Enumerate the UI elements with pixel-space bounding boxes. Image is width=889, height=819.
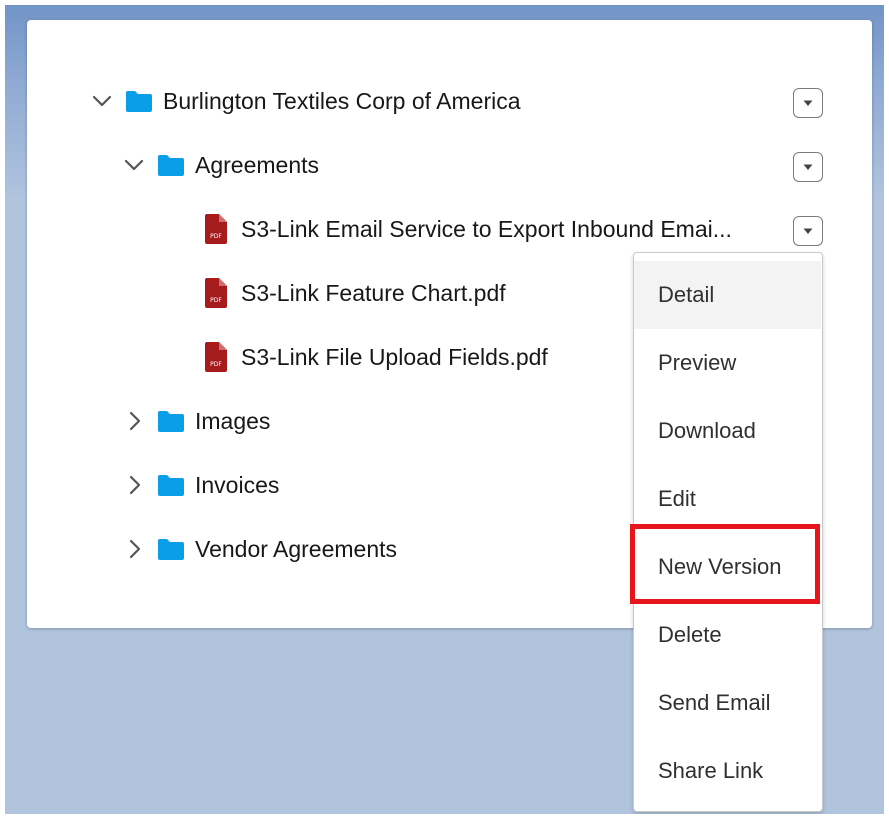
menu-item-edit[interactable]: Edit [634,465,821,533]
tree-label: Vendor Agreements [195,535,398,562]
pdf-file-icon: PDF [205,214,227,244]
menu-item-delete[interactable]: Delete [634,601,821,669]
tree-row-images[interactable]: Images [119,401,270,441]
tree-label: Images [195,407,271,434]
tree-label: Invoices [195,471,280,498]
row-actions-dropdown-button[interactable] [793,88,823,118]
chevron-down-icon[interactable] [119,150,149,180]
pdf-file-icon: PDF [205,278,227,308]
tree-row-file[interactable]: PDF S3-Link Feature Chart.pdf [203,273,506,313]
tree-label: Agreements [195,151,320,178]
file-actions-menu: Detail Preview Download Edit New Version… [633,252,823,812]
caret-down-icon [803,164,813,170]
menu-item-new-version[interactable]: New Version [634,533,821,601]
chevron-right-icon[interactable] [119,470,149,500]
menu-item-detail[interactable]: Detail [634,261,821,329]
svg-text:PDF: PDF [210,297,222,304]
pdf-file-icon: PDF [205,342,227,372]
caret-down-icon [803,228,813,234]
tree-label: Burlington Textiles Corp of America [163,87,521,114]
tree-row-file[interactable]: PDF S3-Link Email Service to Export Inbo… [203,209,732,249]
folder-icon [126,91,152,112]
chevron-right-icon[interactable] [119,534,149,564]
tree-row-file[interactable]: PDF S3-Link File Upload Fields.pdf [203,337,548,377]
svg-text:PDF: PDF [210,233,222,240]
tree-label: S3-Link Email Service to Export Inbound … [241,215,732,242]
tree-row-invoices[interactable]: Invoices [119,465,279,505]
tree-label: S3-Link File Upload Fields.pdf [241,343,548,370]
folder-icon [158,475,184,496]
menu-item-share-link[interactable]: Share Link [634,737,821,805]
caret-down-icon [803,100,813,106]
tree-row-vendor-agreements[interactable]: Vendor Agreements [119,529,397,569]
chevron-down-icon[interactable] [87,86,117,116]
svg-text:PDF: PDF [210,361,222,368]
row-actions-dropdown-button[interactable] [793,152,823,182]
folder-icon [158,155,184,176]
menu-item-send-email[interactable]: Send Email [634,669,821,737]
tree-row-root[interactable]: Burlington Textiles Corp of America [87,81,521,121]
folder-icon [158,411,184,432]
menu-item-preview[interactable]: Preview [634,329,821,397]
menu-item-download[interactable]: Download [634,397,821,465]
chevron-right-icon[interactable] [119,406,149,436]
row-actions-dropdown-button[interactable] [793,216,823,246]
tree-label: S3-Link Feature Chart.pdf [241,279,506,306]
folder-icon [158,539,184,560]
tree-row-agreements[interactable]: Agreements [119,145,319,185]
